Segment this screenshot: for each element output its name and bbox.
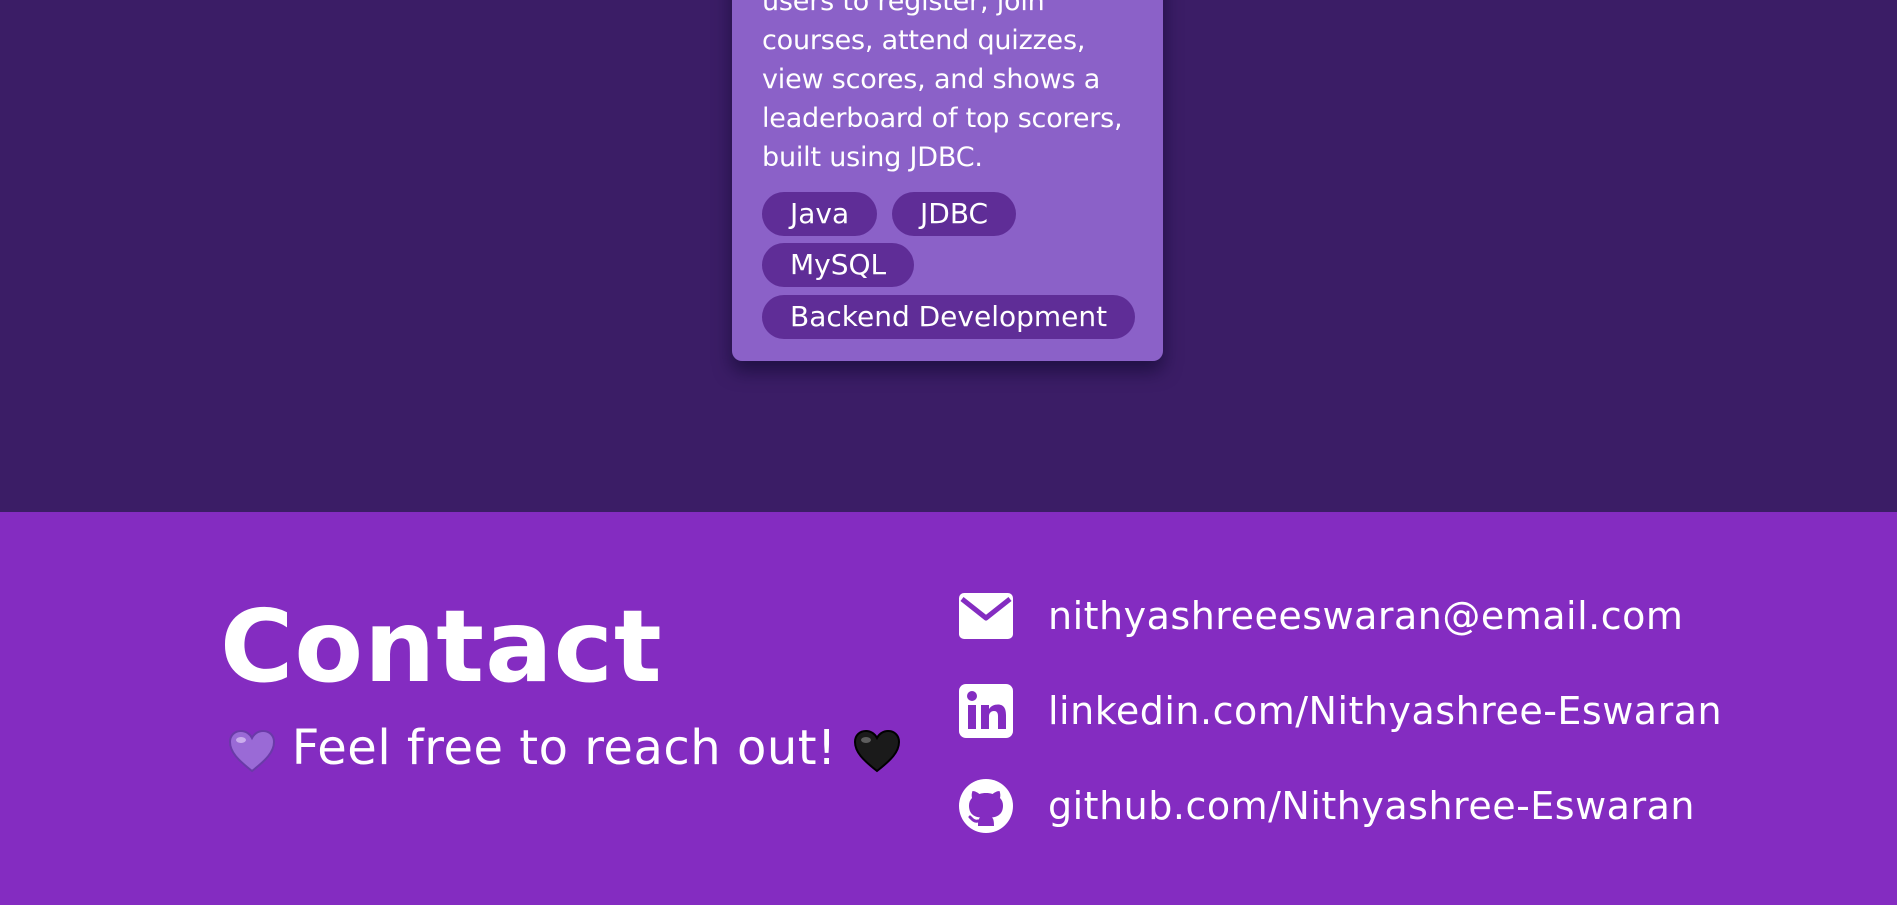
contact-github-text: github.com/Nithyashree-Eswaran — [1048, 784, 1695, 828]
project-description: users to register, join courses, attend … — [762, 0, 1123, 173]
projects-section: users to register, join courses, attend … — [0, 0, 1897, 512]
tag-java: Java — [762, 192, 878, 236]
tag-mysql: MySQL — [762, 243, 915, 287]
contact-subtitle-text: Feel free to reach out! — [291, 720, 837, 776]
contact-linkedin-text: linkedin.com/Nithyashree-Eswaran — [1048, 689, 1723, 733]
tag-backend-development: Backend Development — [762, 295, 1136, 339]
contact-subtitle: Feel free to reach out! — [228, 718, 901, 778]
linkedin-icon — [958, 683, 1014, 739]
contact-linkedin-link[interactable]: linkedin.com/Nithyashree-Eswaran — [958, 683, 1722, 739]
contact-section: Contact Feel free to reach out! nithyash… — [0, 512, 1897, 905]
contact-email-text: nithyashreeeswaran@email.com — [1048, 594, 1684, 638]
contact-title: Contact — [220, 588, 663, 705]
contact-email-link[interactable]: nithyashreeeswaran@email.com — [958, 588, 1683, 644]
purple-heart-icon — [228, 729, 276, 773]
black-heart-icon — [853, 729, 900, 773]
project-card: users to register, join courses, attend … — [732, 0, 1163, 361]
mail-icon — [958, 588, 1014, 644]
github-icon — [958, 778, 1014, 834]
tag-jdbc: JDBC — [892, 192, 1017, 236]
contact-github-link[interactable]: github.com/Nithyashree-Eswaran — [958, 778, 1695, 834]
